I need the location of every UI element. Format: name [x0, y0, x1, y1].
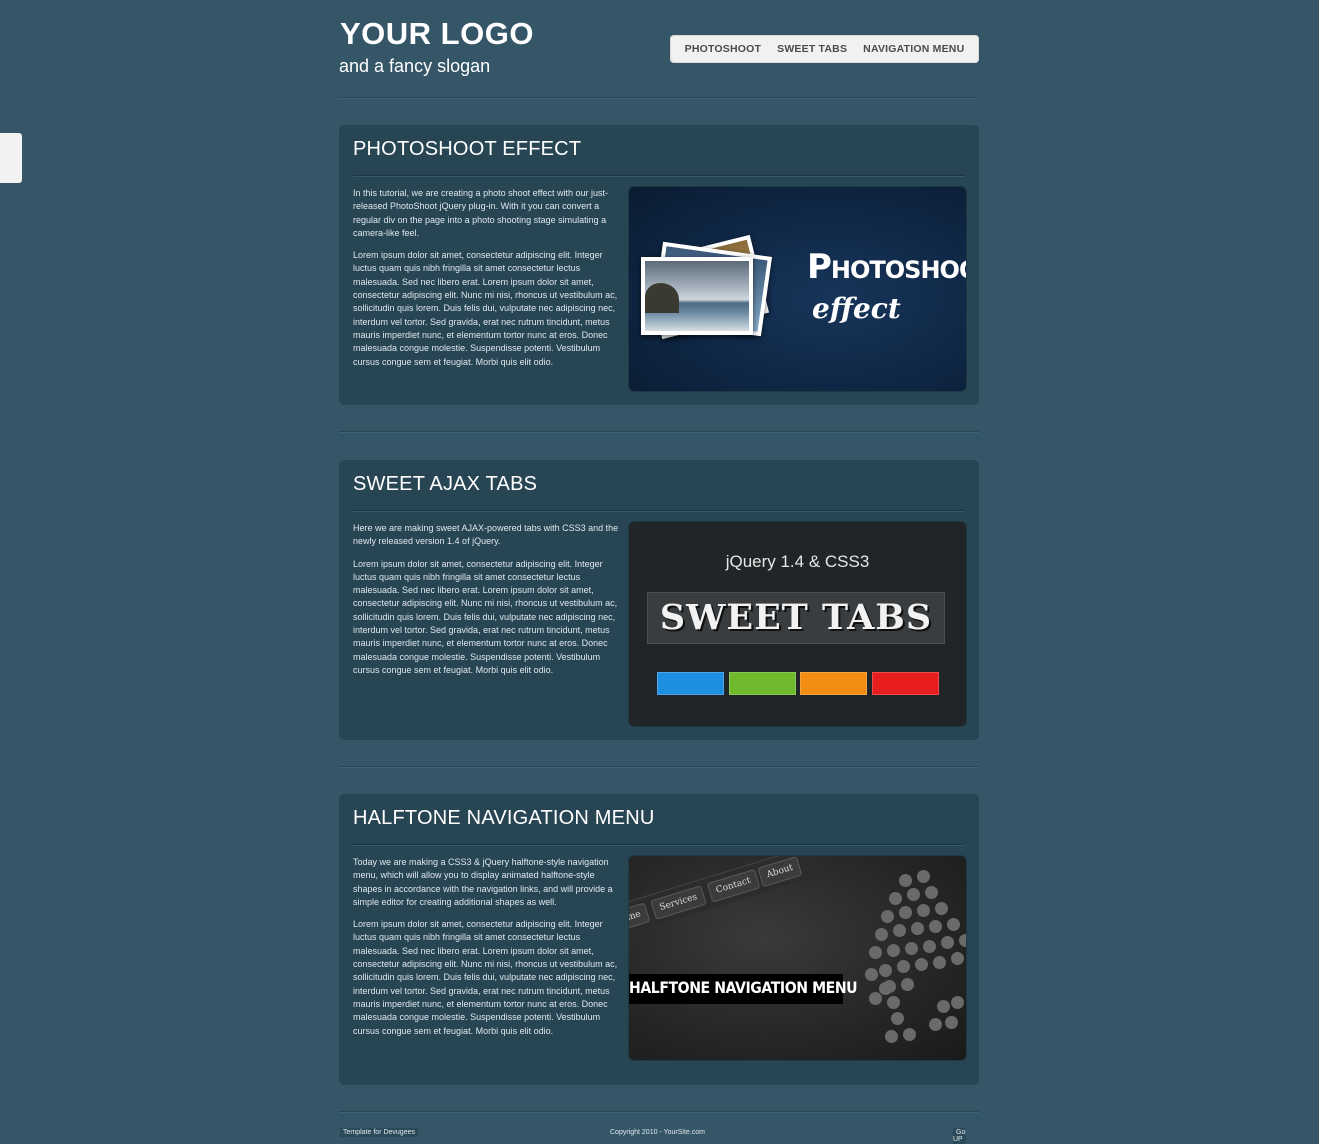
footer-divider	[339, 1111, 979, 1113]
halftone-dot	[929, 1018, 942, 1031]
halftone-dot	[945, 1016, 958, 1029]
halftone-dot	[897, 960, 910, 973]
halftone-dot	[879, 982, 892, 995]
section-rule	[353, 510, 965, 512]
sweet-tabs-caption: jQuery 1.4 & CSS3	[725, 552, 870, 571]
section-title: HALFTONE NAVIGATION MENU	[353, 807, 655, 829]
halftone-dot	[869, 946, 882, 959]
halftone-image-title: HALFTONE NAVIGATION MENU	[629, 978, 858, 997]
section-intro: In this tutorial, we are creating a phot…	[353, 188, 608, 238]
halftone-dot	[925, 886, 938, 899]
section-text: Today we are making a CSS3 & jQuery half…	[353, 856, 621, 1047]
nav-item-sweet-tabs[interactable]: SWEET TABS	[769, 43, 855, 55]
tab-swatch-red	[872, 672, 939, 695]
halftone-dot	[905, 942, 918, 955]
halftone-dot	[951, 952, 964, 965]
section-body: Lorem ipsum dolor sit amet, consectetur …	[353, 558, 618, 675]
halftone-dot	[891, 1012, 904, 1025]
sweet-tabs-title: SWEET TABS	[659, 597, 933, 638]
section-photoshoot: PHOTOSHOOT EFFECT In this tutorial, we a…	[339, 125, 979, 405]
section-rule	[353, 175, 965, 177]
halftone-title-bar: HALFTONE NAVIGATION MENU	[629, 974, 858, 1004]
section-text: Here we are making sweet AJAX-powered ta…	[353, 522, 621, 686]
photoshoot-image-title: Photoshoot	[807, 247, 966, 287]
halftone-dot	[893, 924, 906, 937]
halftone-dot	[937, 1000, 950, 1013]
section-rule	[353, 844, 965, 846]
footer-left[interactable]: Template for Devugees	[340, 1128, 418, 1137]
halftone-dot	[947, 918, 960, 931]
halftone-dot	[933, 956, 946, 969]
section-intro: Today we are making a CSS3 & jQuery half…	[353, 857, 613, 907]
tab-swatch-blue	[657, 672, 724, 695]
halftone-image[interactable]: me Services Contact About HALFTONE NAVIG…	[629, 856, 966, 1060]
halftone-dot	[923, 940, 936, 953]
sweet-tabs-banner: SWEET TABS	[647, 592, 945, 644]
top-nav: PHOTOSHOOT SWEET TABS NAVIGATION MENU	[670, 35, 979, 63]
halftone-dot	[911, 922, 924, 935]
halftone-dot	[941, 936, 954, 949]
sweet-tabs-image[interactable]: jQuery 1.4 & CSS3 SWEET TABS	[629, 522, 966, 726]
tab-swatch-green	[729, 672, 796, 695]
halftone-dot	[929, 920, 942, 933]
halftone-dot	[935, 902, 948, 915]
section-halftone: HALFTONE NAVIGATION MENU Today we are ma…	[339, 794, 979, 1085]
side-tab[interactable]	[0, 133, 22, 183]
halftone-menu-strip: me Services Contact About	[629, 856, 822, 935]
section-intro: Here we are making sweet AJAX-powered ta…	[353, 523, 619, 547]
section-text: In this tutorial, we are creating a phot…	[353, 187, 621, 378]
nav-item-photoshoot[interactable]: PHOTOSHOOT	[677, 43, 769, 55]
halftone-dot	[865, 968, 878, 981]
halftone-dot	[917, 904, 930, 917]
nav-item-navigation-menu[interactable]: NAVIGATION MENU	[855, 43, 972, 55]
section-title: PHOTOSHOOT EFFECT	[353, 138, 582, 160]
halftone-dot	[959, 934, 966, 947]
halftone-dot	[915, 958, 928, 971]
footer-copyright: Copyright 2010 - YourSite.com	[610, 1129, 705, 1136]
photoshoot-image-subtitle: effect	[812, 292, 901, 325]
halftone-dot	[881, 910, 894, 923]
halftone-dot	[869, 992, 882, 1005]
section-body: Lorem ipsum dolor sit amet, consectetur …	[353, 250, 618, 367]
slogan: and a fancy slogan	[339, 56, 491, 76]
halftone-dot	[879, 964, 892, 977]
divider	[339, 766, 979, 768]
photo-front	[641, 257, 753, 335]
photoshoot-image[interactable]: Photoshoot effect	[629, 187, 966, 391]
divider	[339, 431, 979, 433]
halftone-dot	[901, 978, 914, 991]
halftone-dot	[875, 928, 888, 941]
section-title: SWEET AJAX TABS	[353, 473, 538, 495]
halftone-dot	[951, 996, 964, 1009]
halftone-dot	[889, 892, 902, 905]
halftone-dot	[899, 906, 912, 919]
halftone-dot	[907, 888, 920, 901]
tab-swatch-orange	[800, 672, 867, 695]
halftone-dot	[903, 1028, 916, 1041]
go-up-link[interactable]: Go UP	[953, 1128, 979, 1144]
halftone-dot	[899, 874, 912, 887]
halftone-dot	[917, 870, 930, 883]
section-sweet-tabs: SWEET AJAX TABS Here we are making sweet…	[339, 460, 979, 740]
logo[interactable]: YOUR LOGO	[340, 16, 534, 52]
divider	[339, 97, 979, 99]
halftone-dot	[887, 996, 900, 1009]
section-body: Lorem ipsum dolor sit amet, consectetur …	[353, 919, 618, 1036]
halftone-dot	[885, 1030, 898, 1043]
halftone-dot	[887, 944, 900, 957]
